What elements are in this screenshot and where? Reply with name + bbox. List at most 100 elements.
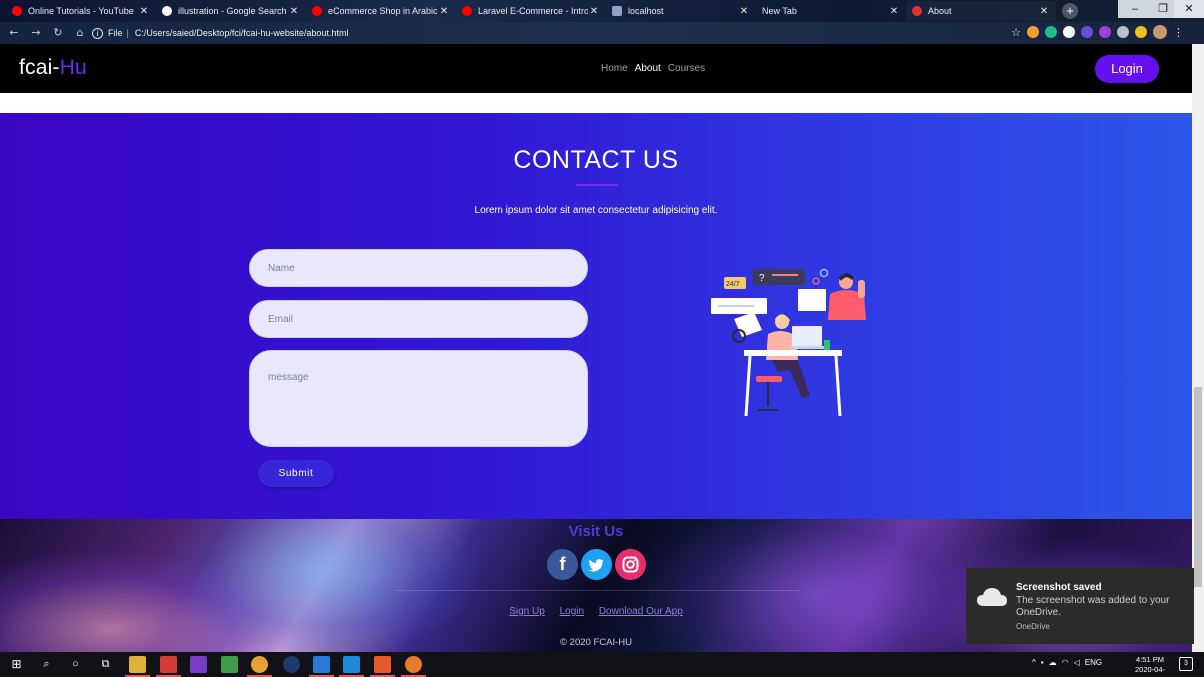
- app-icon[interactable]: [156, 656, 181, 677]
- onedrive-icon[interactable]: ☁: [1049, 658, 1057, 667]
- task-view-icon[interactable]: ⧉: [97, 656, 114, 673]
- search-icon[interactable]: ⌕: [38, 656, 55, 673]
- close-icon[interactable]: ✕: [438, 6, 450, 17]
- chrome-icon[interactable]: [247, 656, 272, 677]
- forward-icon[interactable]: →: [28, 25, 44, 41]
- reload-icon[interactable]: ↻: [50, 25, 66, 41]
- login-button[interactable]: Login: [1095, 55, 1159, 83]
- close-icon[interactable]: ✕: [288, 6, 300, 17]
- close-icon[interactable]: ✕: [1038, 6, 1050, 17]
- extension-icon[interactable]: [1063, 26, 1075, 38]
- tab-title: illustration - Google Search: [178, 6, 287, 16]
- name-input[interactable]: Name: [249, 249, 588, 287]
- youtube-icon: [462, 6, 472, 16]
- tab-title: About: [928, 6, 952, 16]
- new-tab-button[interactable]: +: [1062, 3, 1078, 19]
- extension-icon[interactable]: [1081, 26, 1093, 38]
- app-icon[interactable]: [221, 656, 238, 673]
- extensions-area: ☆ ⋮: [1011, 25, 1184, 39]
- contact-section: CONTACT US Lorem ipsum dolor sit amet co…: [0, 113, 1192, 519]
- file-explorer-icon[interactable]: [125, 656, 150, 677]
- browser-tab[interactable]: Laravel E-Commerce - Introducti ✕: [456, 1, 606, 21]
- notification-toast[interactable]: Screenshot saved The screenshot was adde…: [966, 568, 1194, 644]
- xampp-icon[interactable]: [370, 656, 395, 677]
- instagram-icon[interactable]: [615, 549, 646, 580]
- scrollbar-thumb[interactable]: [1194, 387, 1202, 587]
- onedrive-cloud-icon: [977, 588, 1007, 606]
- vscode-icon[interactable]: [339, 656, 364, 677]
- bookmark-star-icon[interactable]: ☆: [1011, 26, 1021, 39]
- back-icon[interactable]: ←: [6, 25, 22, 41]
- profile-avatar[interactable]: [1153, 25, 1167, 39]
- extension-icon[interactable]: [1117, 26, 1129, 38]
- nav-about[interactable]: About: [635, 63, 661, 74]
- brand-prefix: fcai-: [19, 56, 60, 79]
- extension-icon[interactable]: [1135, 26, 1147, 38]
- submit-button[interactable]: Submit: [258, 460, 334, 487]
- visual-studio-icon[interactable]: [190, 656, 207, 673]
- browser-tab[interactable]: New Tab ✕: [756, 1, 906, 21]
- browser-tab[interactable]: eCommerce Shop in Arabic #00 ✕: [306, 1, 456, 21]
- close-icon[interactable]: ✕: [738, 6, 750, 17]
- bubble-question-text: ?: [759, 273, 765, 284]
- clock[interactable]: 4:51 PM 2020-04-24: [1131, 655, 1169, 677]
- email-input[interactable]: Email: [249, 300, 588, 338]
- footer-link-signup[interactable]: Sign Up: [509, 606, 545, 617]
- home-icon[interactable]: ⌂: [72, 25, 88, 41]
- message-textarea[interactable]: message: [249, 350, 588, 447]
- network-icon[interactable]: ▪: [1041, 658, 1044, 667]
- footer-divider: [395, 590, 800, 591]
- brand-logo[interactable]: fcai-Hu: [19, 56, 87, 80]
- language-indicator[interactable]: ENG: [1085, 658, 1102, 667]
- wifi-icon[interactable]: ◠: [1062, 658, 1069, 667]
- extension-icon[interactable]: [1099, 26, 1111, 38]
- app-icon[interactable]: [309, 656, 334, 677]
- close-window-button[interactable]: ✕: [1174, 0, 1204, 18]
- firefox-icon[interactable]: [401, 656, 426, 677]
- url-scheme: File: [108, 28, 123, 38]
- page-scrollbar[interactable]: [1192, 44, 1204, 652]
- close-icon[interactable]: ✕: [888, 6, 900, 17]
- close-icon[interactable]: ✕: [588, 6, 600, 17]
- tab-title: Laravel E-Commerce - Introducti: [478, 6, 588, 16]
- system-tray: ^ ▪ ☁ ◠ ◁ ENG: [1032, 658, 1102, 667]
- brand-suffix: Hu: [59, 56, 87, 79]
- page-icon: [612, 6, 622, 16]
- contact-title: CONTACT US: [513, 146, 679, 174]
- browser-tab[interactable]: Online Tutorials - YouTube ✕: [6, 1, 156, 21]
- tab-title: New Tab: [762, 6, 797, 16]
- edge-icon[interactable]: [283, 656, 300, 673]
- footer-link-download-app[interactable]: Download Our App: [599, 606, 683, 617]
- footer-link-login[interactable]: Login: [560, 606, 584, 617]
- url-separator: |: [126, 28, 129, 38]
- support-illustration: 24/7 ?: [711, 268, 866, 417]
- url-field[interactable]: i File | C:/Users/saied/Desktop/fci/fcai…: [92, 25, 348, 41]
- facebook-icon[interactable]: f: [547, 549, 578, 580]
- gear-icon: [819, 268, 829, 278]
- windows-start-icon[interactable]: ⊞: [8, 656, 25, 673]
- page-icon: [912, 6, 922, 16]
- chair-icon: [756, 376, 782, 382]
- cortana-icon[interactable]: ○: [67, 656, 84, 673]
- browser-tab[interactable]: illustration - Google Search ✕: [156, 1, 306, 21]
- toast-body: The screenshot was added to your OneDriv…: [1016, 595, 1170, 618]
- browser-tab[interactable]: localhost ✕: [606, 1, 756, 21]
- site-navbar: fcai-Hu Home About Courses Login: [0, 44, 1192, 93]
- document-icon: [734, 312, 762, 337]
- youtube-icon: [12, 6, 22, 16]
- browser-tab-active[interactable]: About ✕: [906, 1, 1056, 21]
- close-icon[interactable]: ✕: [138, 6, 150, 17]
- twitter-icon[interactable]: [581, 549, 612, 580]
- windows-taskbar: ⊞ ⌕ ○ ⧉ ^ ▪ ☁ ◠ ◁ ENG 4:51 PM 2020-04-24…: [0, 652, 1204, 677]
- action-center-icon[interactable]: 3: [1179, 657, 1193, 671]
- nav-courses[interactable]: Courses: [668, 63, 705, 74]
- extension-icon[interactable]: [1045, 26, 1057, 38]
- extension-icon[interactable]: [1027, 26, 1039, 38]
- volume-icon[interactable]: ◁: [1074, 658, 1080, 667]
- contact-subtitle: Lorem ipsum dolor sit amet consectetur a…: [474, 205, 718, 216]
- info-icon[interactable]: i: [92, 27, 103, 39]
- chat-card-icon: [798, 289, 826, 311]
- nav-home[interactable]: Home: [601, 63, 628, 74]
- chevron-up-icon[interactable]: ^: [1032, 658, 1036, 667]
- menu-icon[interactable]: ⋮: [1173, 26, 1184, 39]
